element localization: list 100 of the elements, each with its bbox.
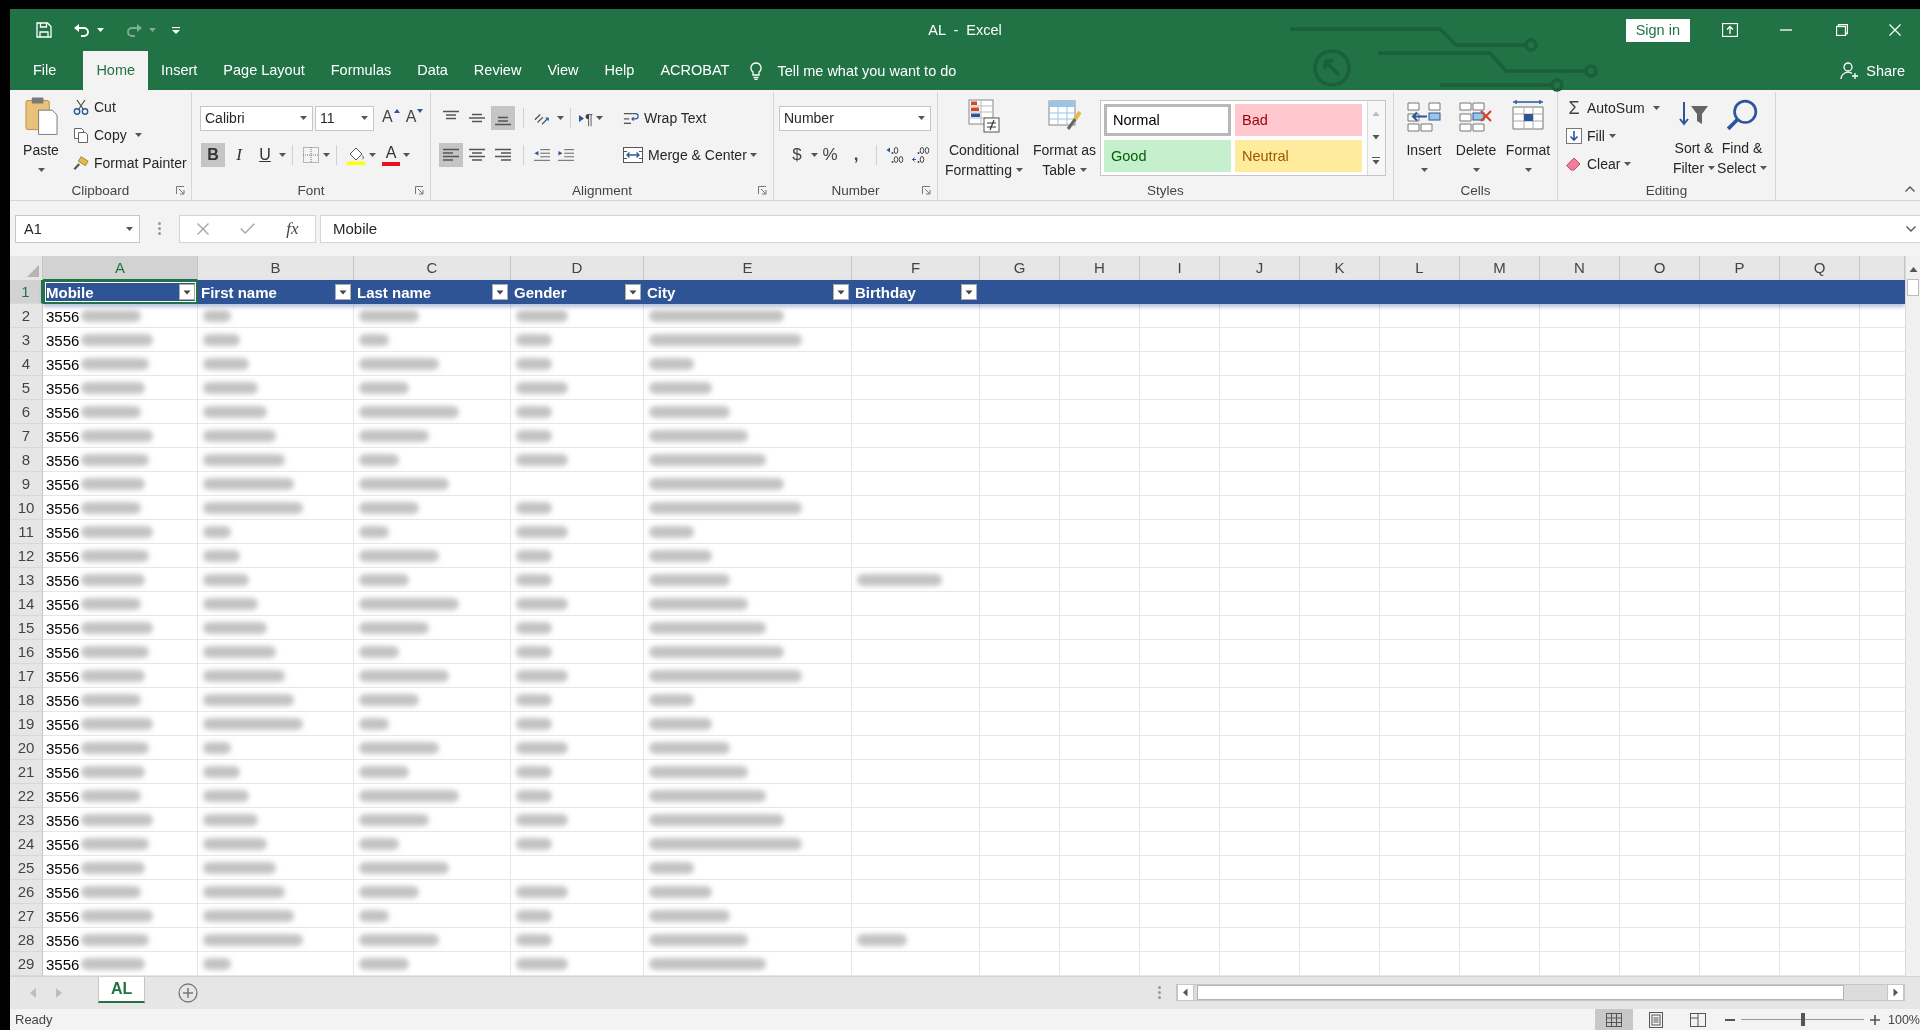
row-header[interactable]: 6 (10, 400, 43, 424)
caret-icon[interactable] (97, 28, 104, 32)
row-header[interactable]: 21 (10, 760, 43, 784)
conditional-formatting-button[interactable]: Conditional Formatting (944, 95, 1024, 180)
ribbon-tab[interactable]: View (534, 51, 592, 90)
row-header[interactable]: 13 (10, 568, 43, 592)
increase-decimal-icon[interactable] (886, 146, 906, 164)
row-header[interactable]: 24 (10, 832, 43, 856)
caret-icon[interactable] (369, 153, 376, 157)
grow-font-button[interactable]: A (382, 108, 400, 128)
caret-icon[interactable] (279, 153, 286, 157)
paint-bucket-icon[interactable] (347, 145, 365, 165)
close-icon[interactable] (1889, 24, 1901, 36)
align-bottom-button[interactable] (491, 106, 515, 130)
insert-function-button[interactable]: fx (286, 218, 299, 239)
find-select-button[interactable]: Find & Select (1718, 93, 1766, 180)
vertical-scrollbar[interactable] (1905, 256, 1920, 976)
percent-button[interactable]: % (818, 143, 842, 167)
format-as-table-button[interactable]: Format as Table (1031, 95, 1098, 180)
cut-button[interactable]: Cut (70, 93, 190, 121)
caret-icon[interactable] (403, 153, 410, 157)
row-header[interactable]: 5 (10, 376, 43, 400)
vertical-dots-icon[interactable] (158, 222, 161, 235)
vertical-dots-icon[interactable] (1158, 986, 1161, 999)
dialog-launcher-icon[interactable] (415, 185, 424, 195)
selected-cell[interactable]: Mobile (43, 280, 198, 304)
merge-center-button[interactable]: Merge & Center (620, 141, 750, 169)
row-header[interactable]: 11 (10, 520, 43, 544)
dialog-launcher-icon[interactable] (922, 185, 931, 195)
row-header[interactable]: 27 (10, 904, 43, 928)
underline-button[interactable]: U (253, 143, 277, 167)
scrollbar-thumb[interactable] (1197, 985, 1844, 1000)
row-header[interactable]: 3 (10, 328, 43, 352)
font-size-dropdown[interactable]: 11 (315, 105, 374, 131)
plus-icon[interactable] (1870, 1014, 1880, 1025)
row-header[interactable]: 16 (10, 640, 43, 664)
filter-dropdown-icon[interactable] (492, 284, 508, 300)
formula-input[interactable]: Mobile (320, 214, 1920, 243)
restore-icon[interactable] (1836, 24, 1848, 36)
cell-style[interactable]: Normal (1104, 104, 1231, 136)
scrollbar-thumb[interactable] (1907, 279, 1919, 296)
decrease-indent-icon[interactable] (534, 147, 550, 163)
row-header[interactable]: 23 (10, 808, 43, 832)
horizontal-scrollbar[interactable] (1176, 984, 1905, 1001)
format-cells-button[interactable]: Format (1502, 95, 1554, 180)
sheet-tab[interactable]: AL (98, 977, 146, 1003)
row-header[interactable]: 22 (10, 784, 43, 808)
row-header[interactable]: 18 (10, 688, 43, 712)
row-header[interactable]: 12 (10, 544, 43, 568)
dialog-launcher-icon[interactable] (176, 185, 185, 195)
sign-in-button[interactable]: Sign in (1625, 18, 1690, 42)
caret-icon[interactable] (811, 153, 818, 157)
box-arrow-up-icon[interactable] (1722, 23, 1738, 37)
ribbon-tab[interactable]: Data (404, 51, 461, 90)
filter-dropdown-icon[interactable] (179, 284, 195, 300)
zoom-slider-thumb[interactable] (1800, 1013, 1805, 1026)
delete-cells-button[interactable]: Delete (1450, 95, 1502, 180)
ribbon-tab[interactable]: File (20, 51, 70, 90)
row-header[interactable]: 15 (10, 616, 43, 640)
ribbon-tab[interactable]: ACROBAT (647, 51, 743, 90)
format-painter-button[interactable]: Format Painter (70, 149, 190, 177)
caret-icon[interactable] (134, 133, 142, 137)
comma-style-button[interactable]: , (844, 143, 868, 167)
save-icon[interactable] (36, 22, 52, 38)
copy-button[interactable]: Copy (70, 121, 130, 149)
caret-icon[interactable] (323, 153, 330, 157)
cell-style[interactable]: Good (1104, 140, 1231, 172)
add-sheet-icon[interactable] (178, 983, 199, 1003)
name-box[interactable]: A1 (15, 214, 140, 243)
zoom-level-text[interactable]: 100% (1888, 1012, 1920, 1027)
currency-button[interactable]: $ (785, 143, 809, 167)
ribbon-tab[interactable]: Review (460, 51, 535, 90)
filter-dropdown-icon[interactable] (961, 284, 977, 300)
row-header[interactable]: 1 (10, 280, 43, 304)
wrap-text-button[interactable]: Wrap Text (620, 104, 710, 132)
increase-indent-icon[interactable] (558, 147, 574, 163)
autosum-button[interactable]: Σ AutoSum (1564, 94, 1648, 122)
collapse-ribbon-icon[interactable] (1905, 186, 1915, 192)
number-format-dropdown[interactable]: Number (779, 105, 931, 131)
ribbon-tab[interactable]: Formulas (317, 51, 405, 90)
filter-dropdown-icon[interactable] (335, 284, 351, 300)
decrease-decimal-icon[interactable] (912, 146, 932, 164)
row-header[interactable]: 4 (10, 352, 43, 376)
filter-dropdown-icon[interactable] (625, 284, 641, 300)
row-header[interactable]: 7 (10, 424, 43, 448)
row-header[interactable]: 14 (10, 592, 43, 616)
ribbon-tab[interactable]: Home (83, 51, 149, 90)
cell-style[interactable]: Neutral (1235, 140, 1362, 172)
scroll-left-icon[interactable] (1177, 984, 1194, 1001)
row-header[interactable]: 26 (10, 880, 43, 904)
caret-icon[interactable] (749, 153, 757, 157)
undo-icon[interactable] (74, 23, 90, 37)
tell-me-field[interactable]: Tell me what you want to do (750, 51, 957, 90)
cell-style[interactable]: Bad (1235, 104, 1362, 136)
expand-icon[interactable] (1906, 225, 1916, 232)
dialog-launcher-icon[interactable] (758, 185, 767, 195)
row-header[interactable]: 10 (10, 496, 43, 520)
ribbon-tab[interactable]: Help (591, 51, 648, 90)
ribbon-tab[interactable]: Insert (148, 51, 211, 90)
row-header[interactable]: 20 (10, 736, 43, 760)
